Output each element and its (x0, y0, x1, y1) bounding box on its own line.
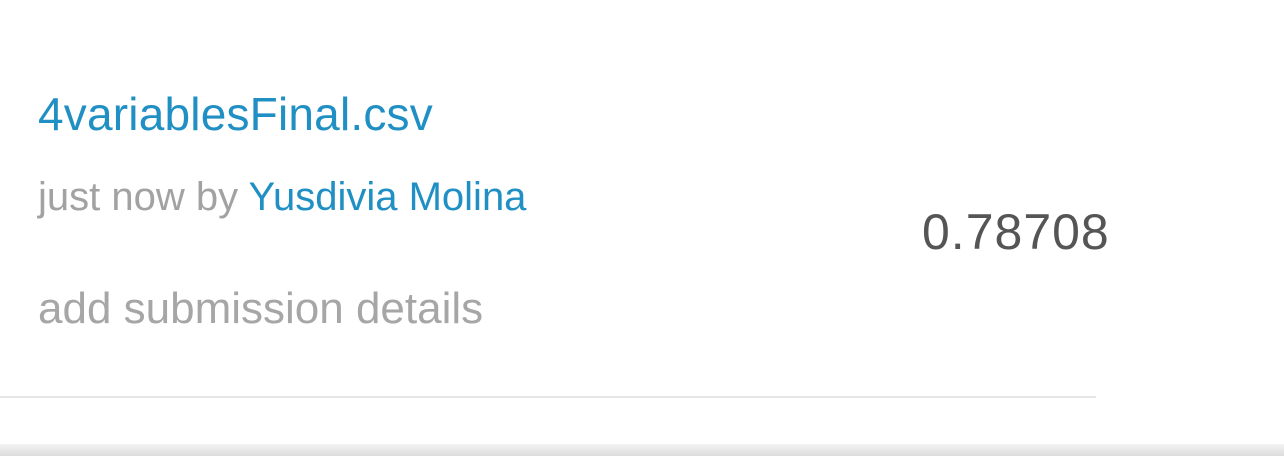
submission-score: 0.78708 (922, 204, 1110, 260)
add-submission-details-link[interactable]: add submission details (38, 280, 483, 338)
submission-row: 4variablesFinal.csv just now by Yusdivia… (0, 0, 1284, 398)
submission-file-link[interactable]: 4variablesFinal.csv (38, 84, 433, 144)
row-divider (0, 396, 1096, 398)
submissions-page: 4variablesFinal.csv just now by Yusdivia… (0, 0, 1284, 456)
list-bottom-edge (0, 444, 1284, 456)
submission-meta: just now by Yusdivia Molina (38, 170, 526, 224)
author-link[interactable]: Yusdivia Molina (249, 175, 527, 219)
submission-time: just now by (38, 175, 249, 219)
